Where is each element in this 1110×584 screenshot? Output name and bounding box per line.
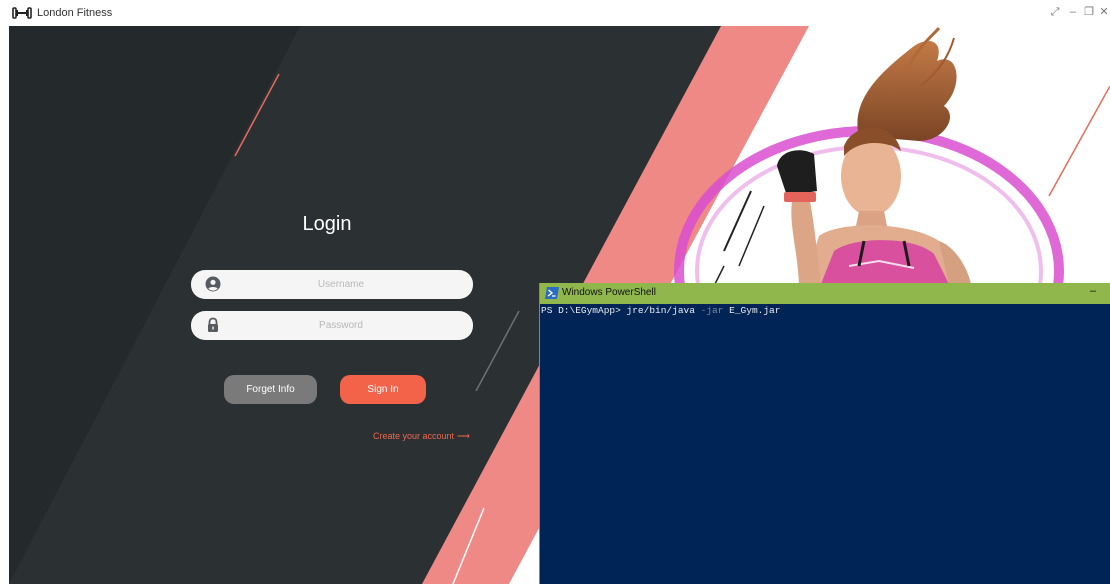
user-icon — [205, 276, 221, 292]
password-input[interactable] — [231, 311, 451, 340]
app-window: London Fitness ⤢ – ❐ ✕ Login Username Fo… — [0, 0, 1110, 584]
restore-icon[interactable]: ❐ — [1082, 5, 1096, 19]
dumbbell-icon — [12, 7, 32, 19]
username-field[interactable] — [191, 270, 473, 299]
create-account-link[interactable]: Create your account ⟶ — [373, 431, 470, 442]
password-field[interactable] — [191, 311, 473, 340]
powershell-icon — [545, 287, 559, 299]
sign-in-button[interactable]: Sign In — [340, 375, 426, 404]
console-prompt: PS D:\EGymApp> jre/bin/java — [541, 305, 701, 316]
title-bar[interactable]: London Fitness ⤢ – ❐ ✕ — [0, 0, 1110, 26]
lock-icon — [208, 317, 218, 332]
console-flag: -jar — [700, 305, 724, 316]
arrow-right-icon: ⟶ — [457, 431, 470, 441]
powershell-minimize-icon[interactable]: – — [1090, 285, 1096, 297]
powershell-console[interactable]: PS D:\EGymApp> jre/bin/java -jar E_Gym.j… — [540, 305, 1110, 584]
forget-info-button[interactable]: Forget Info — [224, 375, 317, 404]
console-arg: E_Gym.jar — [723, 305, 781, 316]
console-line: PS D:\EGymApp> jre/bin/java -jar E_Gym.j… — [541, 305, 780, 316]
username-input[interactable] — [231, 270, 451, 299]
powershell-title: Windows PowerShell — [562, 287, 656, 298]
create-account-label: Create your account — [373, 431, 455, 441]
app-title: London Fitness — [37, 7, 113, 19]
close-icon[interactable]: ✕ — [1097, 5, 1110, 19]
expand-icon[interactable]: ⤢ — [1048, 5, 1062, 19]
powershell-window[interactable]: Windows PowerShell – PS D:\EGymApp> jre/… — [539, 283, 1110, 584]
login-title: Login — [302, 213, 352, 235]
minimize-icon[interactable]: – — [1066, 5, 1080, 19]
powershell-title-bar[interactable]: Windows PowerShell – — [540, 283, 1110, 304]
athlete-illustration — [777, 27, 971, 284]
